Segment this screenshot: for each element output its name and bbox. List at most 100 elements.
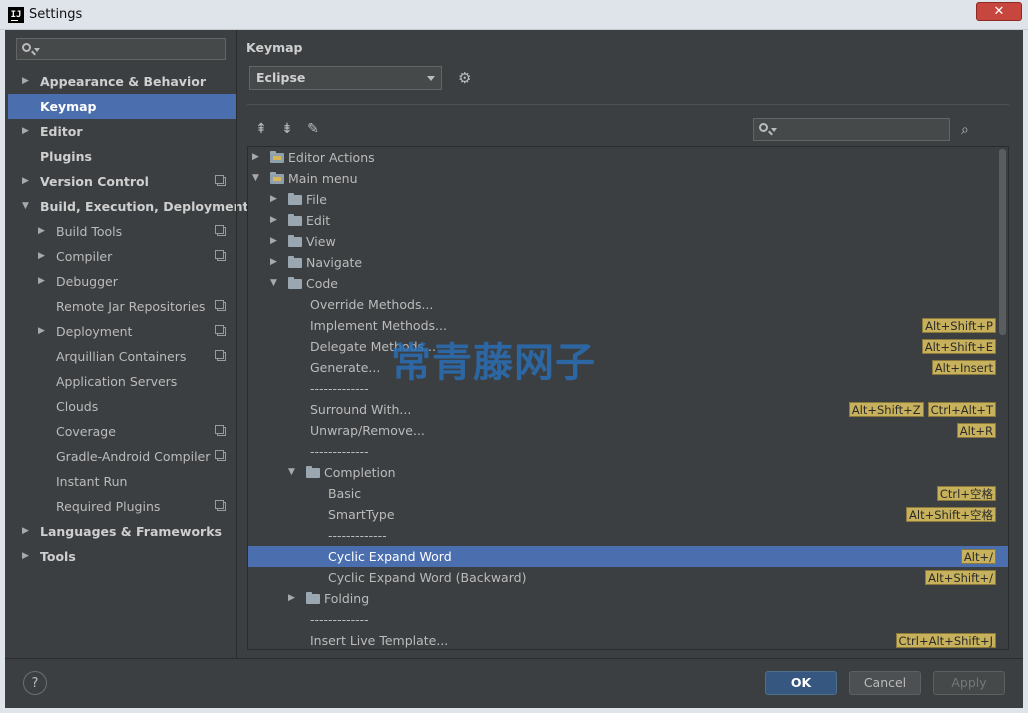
action-row[interactable]: Unwrap/Remove... Alt+R <box>248 420 1008 441</box>
chevron-right-icon[interactable]: ▶ <box>270 210 280 231</box>
expand-all-icon[interactable]: ⇞ <box>253 121 269 137</box>
chevron-right-icon[interactable]: ▶ <box>270 252 280 273</box>
action-row[interactable]: SmartType Alt+Shift+空格 <box>248 504 1008 525</box>
shortcut-badge: Ctrl+Alt+Shift+J <box>895 633 996 648</box>
sidebar-item-label: Tools <box>40 549 76 564</box>
sidebar-item[interactable]: Application Servers <box>8 369 236 394</box>
chevron-right-icon[interactable]: ▶ <box>22 519 34 544</box>
action-row[interactable]: ------------- <box>248 441 1008 462</box>
chevron-right-icon[interactable]: ▶ <box>252 147 262 168</box>
sidebar-item[interactable]: ▶ Compiler <box>8 244 236 269</box>
sidebar-item[interactable]: ▶ Deployment <box>8 319 236 344</box>
action-row[interactable]: ▶ Navigate <box>248 252 1008 273</box>
project-level-icon <box>215 225 226 236</box>
action-label: Surround With... <box>310 402 412 417</box>
settings-search-input[interactable] <box>16 38 226 60</box>
action-row[interactable]: ▼ Completion <box>248 462 1008 483</box>
chevron-right-icon[interactable]: ▶ <box>22 544 34 569</box>
action-row[interactable]: Generate... Alt+Insert <box>248 357 1008 378</box>
chevron-right-icon[interactable]: ▶ <box>22 169 34 194</box>
shortcut-badge: Alt+Shift+空格 <box>906 507 996 522</box>
sidebar-item[interactable]: Gradle-Android Compiler <box>8 444 236 469</box>
sidebar-item[interactable]: Keymap <box>8 94 236 119</box>
sidebar-item[interactable]: ▶ Languages & Frameworks <box>8 519 236 544</box>
action-row[interactable]: Basic Ctrl+空格 <box>248 483 1008 504</box>
action-label: Basic <box>328 486 362 501</box>
chevron-right-icon[interactable]: ▶ <box>38 269 50 294</box>
action-row[interactable]: ▶ View <box>248 231 1008 252</box>
action-row[interactable]: ▶ Edit <box>248 210 1008 231</box>
action-row[interactable]: ------------- <box>248 525 1008 546</box>
cancel-button[interactable]: Cancel <box>849 671 921 695</box>
vertical-scrollbar[interactable] <box>999 149 1006 335</box>
collapse-all-icon[interactable]: ⇟ <box>279 121 295 137</box>
sidebar-item-label: Version Control <box>40 174 149 189</box>
project-level-icon <box>215 175 226 186</box>
action-row[interactable]: Override Methods... <box>248 294 1008 315</box>
apply-button[interactable]: Apply <box>933 671 1005 695</box>
shortcut-badge: Ctrl+空格 <box>936 486 996 501</box>
sidebar-item[interactable]: ▶ Appearance & Behavior <box>8 69 236 94</box>
sidebar-item[interactable]: Remote Jar Repositories <box>8 294 236 319</box>
action-row[interactable]: ▼ Code <box>248 273 1008 294</box>
close-window-button[interactable]: ✕ <box>976 2 1022 21</box>
ok-button[interactable]: OK <box>765 671 837 695</box>
action-label: Navigate <box>306 255 363 270</box>
action-row[interactable]: ▶ Folding <box>248 588 1008 609</box>
chevron-right-icon[interactable]: ▶ <box>270 189 280 210</box>
action-row[interactable]: Implement Methods... Alt+Shift+P <box>248 315 1008 336</box>
action-row[interactable]: Cyclic Expand Word Alt+/ <box>248 546 1008 567</box>
action-row[interactable]: Insert Live Template... Ctrl+Alt+Shift+J <box>248 630 1008 649</box>
window-frame-left <box>0 30 5 713</box>
sidebar-item[interactable]: Plugins <box>8 144 236 169</box>
sidebar-item[interactable]: Required Plugins <box>8 494 236 519</box>
sidebar-item-label: Build Tools <box>56 224 123 239</box>
action-row[interactable]: Cyclic Expand Word (Backward) Alt+Shift+/ <box>248 567 1008 588</box>
search-history-caret-icon[interactable] <box>771 128 777 132</box>
chevron-right-icon[interactable]: ▶ <box>288 588 298 609</box>
action-row[interactable]: Surround With... Alt+Shift+Z Ctrl+Alt+T <box>248 399 1008 420</box>
keymap-select[interactable]: Eclipse <box>249 66 442 90</box>
sidebar-item[interactable]: Coverage <box>8 419 236 444</box>
sidebar-item[interactable]: ▶ Editor <box>8 119 236 144</box>
action-label: Override Methods... <box>310 297 434 312</box>
help-button[interactable]: ? <box>23 671 47 695</box>
sidebar-item[interactable]: Arquillian Containers <box>8 344 236 369</box>
sidebar-item[interactable]: ▶ Tools <box>8 544 236 569</box>
chevron-down-icon[interactable]: ▼ <box>252 168 262 189</box>
folder-icon <box>306 466 320 478</box>
shortcut-list: Alt+Shift+E <box>921 339 996 354</box>
chevron-down-icon[interactable]: ▼ <box>22 194 34 219</box>
action-row[interactable]: ▶ Editor Actions <box>248 147 1008 168</box>
search-icon <box>22 43 31 52</box>
action-label: Code <box>306 276 339 291</box>
chevron-right-icon[interactable]: ▶ <box>22 119 34 144</box>
shortcut-list: Alt+Shift+/ <box>925 570 996 585</box>
action-row[interactable]: Delegate Methods... Alt+Shift+E <box>248 336 1008 357</box>
action-row[interactable]: ------------- <box>248 378 1008 399</box>
chevron-right-icon[interactable]: ▶ <box>22 69 34 94</box>
action-row[interactable]: ▶ File <box>248 189 1008 210</box>
action-row[interactable]: ------------- <box>248 609 1008 630</box>
chevron-right-icon[interactable]: ▶ <box>38 219 50 244</box>
sidebar-item[interactable]: ▼ Build, Execution, Deployment <box>8 194 248 219</box>
chevron-down-icon[interactable]: ▼ <box>288 462 298 483</box>
edit-icon[interactable]: ✎ <box>305 121 321 137</box>
sidebar-item[interactable]: Instant Run <box>8 469 236 494</box>
gear-icon[interactable]: ⚙ <box>458 70 474 86</box>
chevron-down-icon[interactable]: ▼ <box>270 273 280 294</box>
chevron-right-icon[interactable]: ▶ <box>38 319 50 344</box>
title-bar: IJ Settings ✕ <box>0 0 1028 30</box>
actions-search-input[interactable] <box>753 118 950 141</box>
sidebar-item[interactable]: ▶ Version Control <box>8 169 236 194</box>
action-row[interactable]: ▼ Main menu <box>248 168 1008 189</box>
search-history-caret-icon[interactable] <box>34 48 40 52</box>
shortcut-list: Ctrl+空格 <box>936 486 996 501</box>
sidebar-item[interactable]: ▶ Debugger <box>8 269 236 294</box>
find-by-shortcut-icon[interactable]: ⌕ <box>961 121 979 139</box>
chevron-right-icon[interactable]: ▶ <box>38 244 50 269</box>
sidebar-item[interactable]: ▶ Build Tools <box>8 219 236 244</box>
sidebar-item[interactable]: Clouds <box>8 394 236 419</box>
chevron-right-icon[interactable]: ▶ <box>270 231 280 252</box>
action-label: Cyclic Expand Word <box>328 549 452 564</box>
